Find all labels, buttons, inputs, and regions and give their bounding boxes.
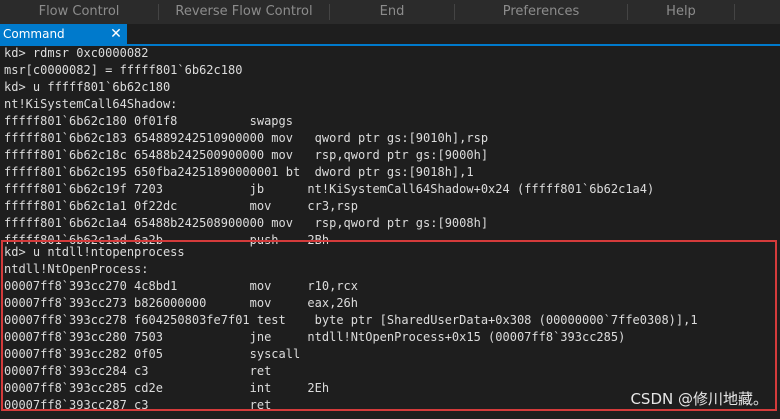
tab-command-label: Command: [3, 27, 65, 41]
console-line: kd> u fffff801`6b62c180: [4, 80, 171, 94]
console-line: 00007ff8`393cc270 4c8bd1 mov r10,rcx: [4, 279, 359, 293]
console-line: 00007ff8`393cc280 7503 jne ntdll!NtOpenP…: [4, 330, 626, 344]
console-line: fffff801`6b62c19f 7203 jb nt!KiSystemCal…: [4, 182, 655, 196]
console-line: fffff801`6b62c1a4 65488b242508900000 mov…: [4, 216, 489, 230]
tab-command[interactable]: Command ✕: [0, 24, 127, 44]
console-line: kd> rdmsr 0xc0000082: [4, 46, 149, 60]
close-icon[interactable]: ✕: [109, 24, 123, 44]
command-output: kd> rdmsr 0xc0000082 msr[c0000082] = fff…: [0, 46, 780, 419]
console-line: fffff801`6b62c183 654889242510900000 mov…: [4, 131, 489, 145]
console-line: 00007ff8`393cc282 0f05 syscall: [4, 347, 301, 361]
menu-bar: Flow Control Reverse Flow Control End Pr…: [0, 0, 780, 25]
menu-item-end[interactable]: End: [330, 0, 454, 24]
console-line: ntdll!NtOpenProcess:: [4, 262, 149, 276]
console-line: fffff801`6b62c1a1 0f22dc mov cr3,rsp: [4, 199, 359, 213]
console-line: fffff801`6b62c18c 65488b242500900000 mov…: [4, 148, 489, 162]
tab-strip: Command ✕: [0, 24, 780, 46]
menu-separator: [734, 4, 735, 20]
menu-item-flow-control[interactable]: Flow Control: [0, 0, 158, 24]
console-line: kd> u ntdll!ntopenprocess: [4, 245, 185, 259]
console-line: 00007ff8`393cc278 f604250803fe7f01 test …: [4, 313, 698, 327]
console-line: fffff801`6b62c195 650fba24251890000001 b…: [4, 165, 474, 179]
console-line: fffff801`6b62c180 0f01f8 swapgs: [4, 114, 293, 128]
console-line: msr[c0000082] = fffff801`6b62c180: [4, 63, 243, 77]
console-line: 00007ff8`393cc285 cd2e int 2Eh: [4, 381, 330, 395]
menu-item-preferences[interactable]: Preferences: [455, 0, 627, 24]
menu-item-help[interactable]: Help: [628, 0, 734, 24]
console-line: nt!KiSystemCall64Shadow:: [4, 97, 178, 111]
console-line: 00007ff8`393cc284 c3 ret: [4, 364, 272, 378]
console-line: 00007ff8`393cc287 c3 ret: [4, 398, 272, 412]
menu-item-reverse-flow-control[interactable]: Reverse Flow Control: [159, 0, 329, 24]
console-line: 00007ff8`393cc273 b826000000 mov eax,26h: [4, 296, 359, 310]
watermark: CSDN @修川地藏。: [630, 390, 768, 408]
